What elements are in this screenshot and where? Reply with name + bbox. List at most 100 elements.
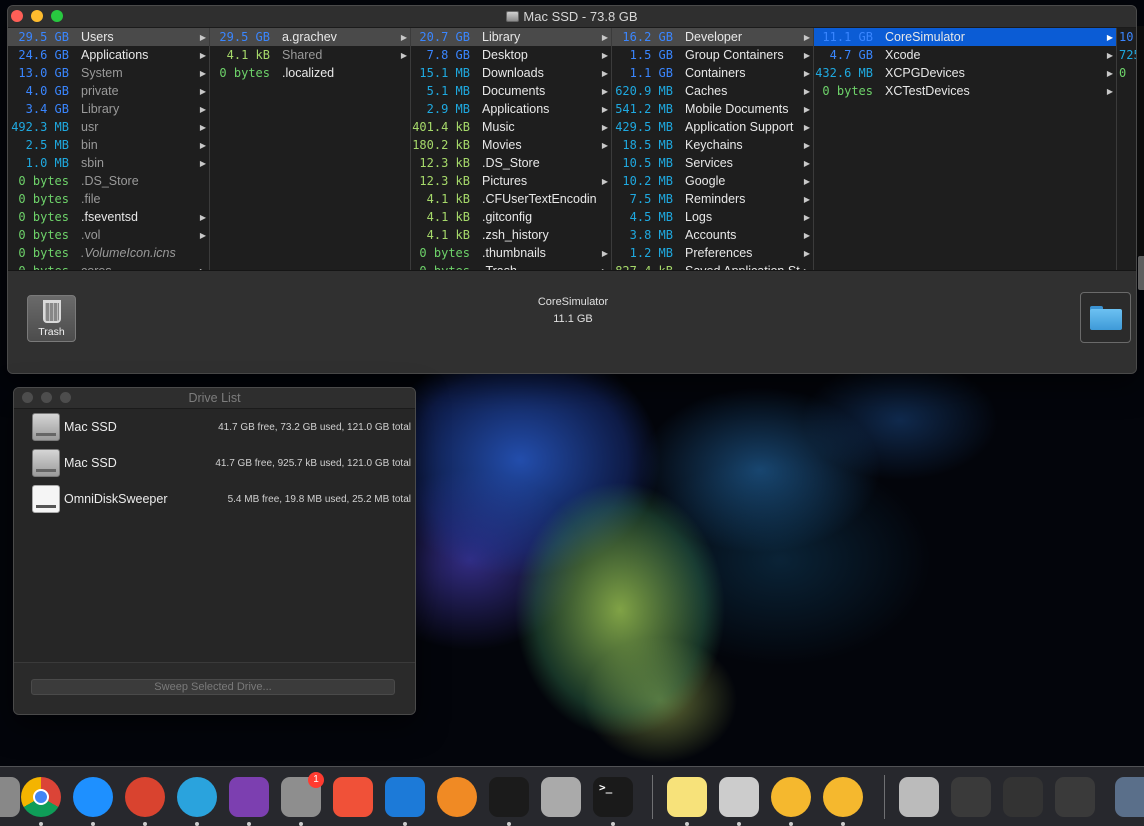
list-item[interactable]: 2.5 MB bin ▶: [8, 136, 209, 154]
list-item[interactable]: 0 bytes .DS_Store: [8, 172, 209, 190]
disclosure-arrow-icon: ▶: [601, 248, 609, 258]
list-item[interactable]: 12.3 kB .DS_Store: [411, 154, 611, 172]
list-item[interactable]: 0 bytes .vol ▶: [8, 226, 209, 244]
disclosure-arrow-icon: ▶: [803, 140, 811, 150]
list-item[interactable]: 13.0 GB System ▶: [8, 64, 209, 82]
list-item[interactable]: 4.1 kB .gitconfig: [411, 208, 611, 226]
list-item[interactable]: 429.5 MB Application Support ▶: [612, 118, 813, 136]
instruments-icon[interactable]: [719, 777, 759, 817]
list-item[interactable]: 4.0 GB private ▶: [8, 82, 209, 100]
remote-desktop-icon[interactable]: [125, 777, 165, 817]
list-item[interactable]: 4.1 kB .zsh_history: [411, 226, 611, 244]
column-coresimulator[interactable]: 10 725 0: [1117, 28, 1136, 270]
cone-app-2-icon[interactable]: [823, 777, 863, 817]
finder-partial-icon[interactable]: [1115, 777, 1144, 817]
list-item[interactable]: 401.4 kB Music ▶: [411, 118, 611, 136]
list-item[interactable]: 1.0 MB sbin ▶: [8, 154, 209, 172]
calculator-icon[interactable]: [541, 777, 581, 817]
list-item[interactable]: 0: [1117, 64, 1136, 82]
list-item[interactable]: 29.5 GB Users ▶: [8, 28, 209, 46]
item-name: Downloads: [482, 66, 544, 80]
column-home[interactable]: 20.7 GB Library ▶ 7.8 GB Desktop ▶ 15.1 MB Down…: [411, 28, 612, 270]
list-item[interactable]: 620.9 MB Caches ▶: [612, 82, 813, 100]
list-item[interactable]: 20.7 GB Library ▶: [411, 28, 611, 46]
drive-row[interactable]: Mac SSD 41.7 GB free, 73.2 GB used, 121.0…: [14, 409, 415, 445]
list-item[interactable]: 827.4 kBSaved Application St▶: [612, 262, 813, 270]
window-thumb-1-icon[interactable]: [951, 777, 991, 817]
item-size: 10.5 MB: [622, 156, 673, 170]
list-item[interactable]: 2.9 MB Applications ▶: [411, 100, 611, 118]
list-item[interactable]: 5.1 MB Documents ▶: [411, 82, 611, 100]
list-item[interactable]: 1.5 GB Group Containers ▶: [612, 46, 813, 64]
partial-app-icon[interactable]: [0, 777, 20, 817]
list-item[interactable]: 0 bytescores▶: [8, 262, 209, 270]
list-item[interactable]: 4.1 kB Shared ▶: [210, 46, 410, 64]
system-preferences-icon[interactable]: 1: [281, 772, 324, 817]
list-item[interactable]: 0 bytes XCTestDevices ▶: [814, 82, 1116, 100]
column-root[interactable]: 29.5 GB Users ▶ 24.6 GB Applications ▶ 13.0 GB…: [8, 28, 210, 270]
list-item[interactable]: 0 bytes.Trash▶: [411, 262, 611, 270]
terminal-icon[interactable]: >_: [593, 777, 633, 817]
list-item[interactable]: 3.4 GB Library ▶: [8, 100, 209, 118]
sweep-selected-drive-button[interactable]: Sweep Selected Drive...: [31, 679, 395, 695]
list-item[interactable]: 4.1 kB .CFUserTextEncodin: [411, 190, 611, 208]
list-item[interactable]: 492.3 MB usr ▶: [8, 118, 209, 136]
list-item[interactable]: 0 bytes .VolumeIcon.icns: [8, 244, 209, 262]
list-item[interactable]: 0 bytes .file: [8, 190, 209, 208]
list-item[interactable]: 24.6 GB Applications ▶: [8, 46, 209, 64]
background-window-handle[interactable]: [1138, 256, 1144, 290]
drive-list-titlebar[interactable]: Drive List: [14, 388, 415, 409]
reveal-in-finder-button[interactable]: [1080, 292, 1131, 343]
item-name: .gitconfig: [482, 210, 533, 224]
swift-icon[interactable]: [333, 777, 373, 817]
running-indicator: [507, 822, 511, 826]
column-library[interactable]: 16.2 GB Developer ▶ 1.5 GB Group Containers ▶…: [612, 28, 814, 270]
telegram-icon[interactable]: [177, 777, 217, 817]
safari-icon[interactable]: [73, 777, 113, 817]
list-item[interactable]: 16.2 GB Developer ▶: [612, 28, 813, 46]
xcode-icon[interactable]: [385, 777, 425, 817]
list-item[interactable]: 7.5 MB Reminders ▶: [612, 190, 813, 208]
list-item[interactable]: 1.1 GB Containers ▶: [612, 64, 813, 82]
item-size: 180.2 kB: [412, 138, 470, 152]
list-item[interactable]: 4.5 MB Logs ▶: [612, 208, 813, 226]
notes-icon[interactable]: [667, 777, 707, 817]
list-item[interactable]: 0 bytes .localized: [210, 64, 410, 82]
list-item[interactable]: 10.2 MB Google ▶: [612, 172, 813, 190]
cone-app-1-icon[interactable]: [771, 777, 811, 817]
internal-disk-icon: [32, 413, 60, 441]
window-thumb-3-icon[interactable]: [1055, 777, 1095, 817]
list-item[interactable]: 15.1 MB Downloads ▶: [411, 64, 611, 82]
list-item[interactable]: 10.5 MB Services ▶: [612, 154, 813, 172]
list-item[interactable]: 4.7 GB Xcode ▶: [814, 46, 1116, 64]
list-item[interactable]: 180.2 kB Movies ▶: [411, 136, 611, 154]
column-users[interactable]: 29.5 GB a.grachev ▶ 4.1 kB Shared ▶ 0 bytes .lo…: [210, 28, 411, 270]
list-item[interactable]: 3.8 MB Accounts ▶: [612, 226, 813, 244]
onenote-icon[interactable]: [229, 777, 269, 817]
list-item[interactable]: 10: [1117, 28, 1136, 46]
list-item[interactable]: 725: [1117, 46, 1136, 64]
list-item[interactable]: 0 bytes .fseventsd ▶: [8, 208, 209, 226]
hard-disk-icon: [506, 11, 520, 22]
list-item[interactable]: 11.1 GB CoreSimulator ▶: [814, 28, 1116, 46]
drive-row[interactable]: OmniDiskSweeper 5.4 MB free, 19.8 MB used…: [14, 481, 415, 517]
list-item[interactable]: 29.5 GB a.grachev ▶: [210, 28, 410, 46]
books-icon[interactable]: [437, 777, 477, 817]
item-name: CoreSimulator: [885, 30, 965, 44]
chrome-icon[interactable]: [21, 777, 61, 817]
list-item[interactable]: 541.2 MB Mobile Documents ▶: [612, 100, 813, 118]
disk-utility-icon[interactable]: [899, 777, 939, 817]
item-name: .fseventsd: [81, 210, 138, 224]
list-item[interactable]: 1.2 MB Preferences ▶: [612, 244, 813, 262]
list-item[interactable]: 432.6 MB XCPGDevices ▶: [814, 64, 1116, 82]
activity-monitor-icon[interactable]: [489, 777, 529, 817]
drive-row[interactable]: Mac SSD 41.7 GB free, 925.7 kB used, 121.…: [14, 445, 415, 481]
list-item[interactable]: 12.3 kB Pictures ▶: [411, 172, 611, 190]
list-item[interactable]: 18.5 MB Keychains ▶: [612, 136, 813, 154]
list-item[interactable]: 7.8 GB Desktop ▶: [411, 46, 611, 64]
column-developer[interactable]: 11.1 GB CoreSimulator ▶ 4.7 GB Xcode ▶ 432.6 M…: [814, 28, 1117, 270]
window-thumb-2-icon[interactable]: [1003, 777, 1043, 817]
list-item[interactable]: 0 bytes .thumbnails ▶: [411, 244, 611, 262]
item-size: 429.5 MB: [615, 120, 673, 134]
window-titlebar[interactable]: Mac SSD - 73.8 GB: [8, 6, 1136, 28]
